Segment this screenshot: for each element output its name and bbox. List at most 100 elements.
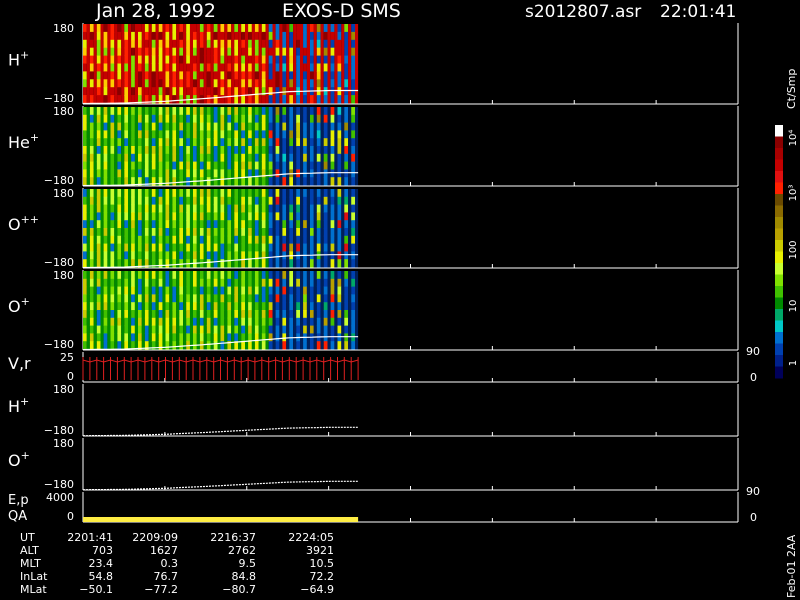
spectrogram-cell	[193, 228, 197, 237]
spectrogram-cell	[245, 294, 249, 303]
spectrogram-cell	[176, 146, 180, 155]
spectrogram-cell	[176, 333, 180, 342]
spectrogram-cell	[141, 153, 145, 163]
spectrogram-cell	[83, 212, 87, 221]
spectrogram-cell	[261, 107, 266, 116]
spectrogram-cell	[306, 317, 310, 327]
spectrogram-cell	[210, 317, 214, 327]
spectrogram-cell	[316, 146, 321, 155]
spectrogram-cell	[176, 189, 180, 198]
spectrogram-cell	[238, 153, 242, 163]
spectrogram-cell	[327, 204, 331, 213]
spectrogram-cell	[128, 189, 132, 198]
spectrogram-cell	[289, 55, 294, 64]
spectrogram-cell	[231, 228, 235, 237]
spectrogram-cell	[148, 333, 152, 342]
spectrogram-cell	[134, 79, 138, 88]
spectrogram-cell	[303, 325, 307, 334]
spectrogram-cell	[238, 271, 242, 280]
spectrogram-cell	[355, 146, 359, 155]
spectrogram-cell	[114, 333, 118, 342]
spectrogram-cell	[124, 204, 129, 213]
spectrogram-cell	[117, 278, 122, 288]
spectrogram-cell	[103, 122, 108, 131]
spectrogram-cell	[286, 122, 290, 131]
colorbar: 10⁴10³100101	[775, 125, 799, 379]
spectrogram-cell	[183, 204, 187, 213]
spectrogram-cell	[144, 196, 149, 206]
spectrogram-cell	[268, 341, 273, 350]
spectrogram-cell	[89, 294, 94, 303]
spectrogram-cell	[124, 87, 129, 96]
spectrogram-cell	[144, 161, 149, 170]
spectrogram-cell	[289, 130, 294, 139]
spectrogram-cell	[83, 87, 87, 96]
spectrogram-cell	[286, 153, 290, 163]
spectrogram-cell	[193, 302, 197, 311]
spectrogram-cell	[169, 271, 173, 280]
spectrogram-cell	[341, 251, 345, 260]
spectrogram-cell	[351, 122, 355, 131]
spectrogram-cell	[121, 95, 125, 104]
spectrogram-cell	[224, 251, 228, 260]
spectrogram-cell	[272, 286, 276, 295]
spectrogram-cell	[179, 177, 184, 186]
spectrogram-cell	[251, 278, 255, 288]
spectrogram-cell	[334, 189, 338, 198]
spectrogram-cell	[348, 47, 352, 57]
spectrogram-cell	[100, 325, 104, 334]
spectrogram-cell	[344, 294, 349, 303]
spectrogram-cell	[258, 271, 262, 280]
spectrogram-cell	[348, 95, 352, 104]
spectrogram-cell	[121, 122, 125, 131]
spectrogram-cell	[316, 286, 321, 295]
spectrogram-cell	[183, 325, 187, 334]
spectrogram-cell	[296, 317, 300, 327]
spectrogram-cell	[282, 189, 287, 198]
spectrogram-cell	[306, 271, 310, 280]
spectrogram-cell	[131, 220, 135, 229]
spectrogram-cell	[186, 169, 190, 178]
spectrogram-cell	[165, 63, 170, 72]
spectrogram-cell	[134, 251, 138, 260]
spectrogram-cell	[114, 161, 118, 170]
spectrogram-cell	[310, 114, 314, 124]
spectrogram-cell	[313, 317, 317, 327]
spectrogram-cell	[341, 24, 345, 33]
spectrogram-cell	[300, 107, 304, 116]
spectrogram-cell	[224, 196, 228, 206]
spectrogram-cell	[110, 228, 115, 237]
spectrogram-cell	[110, 341, 115, 350]
spectrogram-cell	[196, 107, 200, 116]
spectrogram-cell	[289, 212, 294, 221]
spectrogram-cell	[265, 204, 269, 213]
spectrogram-cell	[316, 317, 321, 327]
spectrogram-cell	[268, 251, 273, 260]
spectrogram-cell	[348, 235, 352, 245]
spectrogram-cell	[251, 220, 255, 229]
spectrogram-cell	[196, 39, 200, 49]
spectrogram-cell	[238, 220, 242, 229]
spectrogram-cell	[206, 24, 211, 33]
spectrogram-cell	[279, 302, 283, 311]
spectrogram-cell	[172, 278, 177, 288]
spectrogram-cell	[268, 278, 273, 288]
spectrogram-cell	[224, 325, 228, 334]
spectrogram-cell	[189, 212, 193, 221]
spectrogram-cell	[245, 79, 249, 88]
spectrogram-cell	[227, 310, 232, 319]
spectrogram-cell	[210, 31, 214, 41]
spectrogram-cell	[272, 114, 276, 124]
spectrogram-cell	[220, 333, 225, 342]
spectrogram-cell	[128, 325, 132, 334]
spectrogram-cell	[245, 220, 249, 229]
spectrogram-cell	[213, 107, 218, 116]
spectrogram-cell	[306, 243, 310, 252]
spectrogram-cell	[141, 24, 145, 33]
spectrogram-cell	[162, 317, 166, 327]
spectrogram-cell	[196, 243, 200, 252]
spectrogram-cell	[110, 220, 115, 229]
spectrogram-cell	[203, 39, 207, 49]
spectrogram-cell	[224, 31, 228, 41]
spectrogram-cell	[248, 204, 252, 213]
